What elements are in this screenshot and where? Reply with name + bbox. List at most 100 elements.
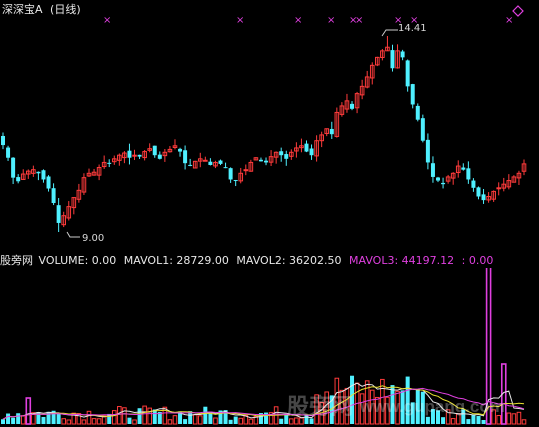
volume-bar-up <box>142 405 147 425</box>
volume-bar-up <box>81 419 87 425</box>
volume-bar-down <box>476 416 481 424</box>
site-name-label: 股旁网 <box>0 254 33 267</box>
candle-down <box>157 154 162 159</box>
volume-bar-down <box>183 419 188 424</box>
candle-down <box>466 168 471 180</box>
candle-down <box>41 170 46 180</box>
candle-down <box>228 168 233 180</box>
candle-down <box>107 162 112 164</box>
candle-down <box>36 171 41 174</box>
volume-bar-up <box>122 407 127 425</box>
candle-down <box>430 163 435 177</box>
volume-bar-up <box>238 417 244 425</box>
stock-chart-window: 深深宝A (日线) × × × × × × × × × 14.41 9.00 股… <box>0 0 539 427</box>
low-pointer <box>66 231 80 238</box>
candle-down <box>471 180 476 188</box>
volume-spike-bar <box>25 397 32 425</box>
volume-bar-down <box>127 417 132 424</box>
volume-bar-down <box>137 408 142 424</box>
volume-bar-up <box>111 410 117 425</box>
candle-down <box>16 177 21 182</box>
candle-down <box>425 139 430 163</box>
volume-bar-down <box>466 419 471 424</box>
volume-bar-down <box>11 417 16 424</box>
candle-down <box>481 194 486 201</box>
candle-down <box>284 154 289 159</box>
volume-bar-up <box>511 413 517 425</box>
candle-down <box>329 128 334 135</box>
volume-bar-up <box>117 406 122 425</box>
volume-bar-up <box>450 418 456 425</box>
volume-bar-up <box>20 415 26 425</box>
candle-up <box>132 154 137 157</box>
volume-bar-down <box>441 417 446 424</box>
volume-bar-up <box>147 407 152 425</box>
volume-bar-up <box>197 415 203 425</box>
candle-up <box>203 159 208 162</box>
tail-value: : 0.00 <box>461 254 494 267</box>
volume-bar-down <box>6 413 11 424</box>
candle-down <box>461 167 466 170</box>
mavol1-value: MAVOL1: 28729.00 <box>123 254 229 267</box>
candle-down <box>405 60 410 87</box>
volume-bar-up <box>248 418 254 425</box>
volume-bar-down <box>1 419 5 424</box>
candle-down <box>178 148 183 152</box>
candle-down <box>415 105 420 120</box>
volume-bar-down <box>56 413 61 424</box>
volume-bar-up <box>213 417 218 425</box>
candle-down <box>56 205 61 223</box>
volume-indicator-header: 股旁网 VOLUME: 0.00 MAVOL1: 28729.00 MAVOL2… <box>0 254 493 267</box>
volume-bar-up <box>516 411 522 425</box>
volume-bar-down <box>233 416 238 424</box>
volume-bar-up <box>66 419 72 425</box>
candle-down <box>11 157 16 178</box>
volume-bar-up <box>521 419 527 425</box>
candle-down <box>223 167 228 169</box>
volume-bar-up <box>192 414 198 425</box>
candle-down <box>46 176 51 189</box>
volume-bar-up <box>172 415 178 425</box>
watermark-cn: 股旁网 <box>287 394 354 420</box>
volume-bar-down <box>16 413 21 424</box>
candle-down <box>410 84 415 105</box>
volume-bar-up <box>91 418 97 425</box>
candle-up <box>243 169 249 172</box>
candle-down <box>258 159 263 162</box>
mavol3-value: MAVOL3: 44197.12 <box>349 254 455 267</box>
candle-down <box>152 145 157 156</box>
candle-down <box>208 161 213 165</box>
candle-down <box>6 147 11 158</box>
candle-down <box>264 160 269 163</box>
volume-bar-up <box>86 410 92 425</box>
volume-bar-down <box>481 419 486 424</box>
volume-bar-down <box>425 416 430 424</box>
candle-up <box>496 187 502 190</box>
watermark-url: www.gupang.com <box>360 397 505 416</box>
candle-down <box>233 180 238 182</box>
volume-bar-down <box>228 419 233 424</box>
candle-down <box>279 151 284 156</box>
candle-down <box>127 150 132 158</box>
candlestick-chart <box>1 29 527 238</box>
volume-bar-down <box>279 418 284 424</box>
mavol2-value: MAVOL2: 36202.50 <box>236 254 342 267</box>
volume-bar-up <box>167 419 173 425</box>
candle-down <box>476 187 481 197</box>
volume-bar-up <box>506 412 512 425</box>
candle-down <box>436 177 441 181</box>
candle-down <box>420 118 425 141</box>
candle-down <box>51 188 56 204</box>
candle-down <box>304 143 309 152</box>
candle-down <box>183 150 188 164</box>
candle-down <box>137 154 142 157</box>
candle-down <box>309 148 314 156</box>
candle-down <box>350 103 355 109</box>
candle-down <box>218 160 223 164</box>
candle-down <box>400 51 405 58</box>
candle-down <box>188 164 193 166</box>
volume-value: VOLUME: 0.00 <box>38 254 117 267</box>
volume-bar-down <box>152 409 157 424</box>
candle-down <box>441 182 446 185</box>
candle-down <box>390 50 395 69</box>
